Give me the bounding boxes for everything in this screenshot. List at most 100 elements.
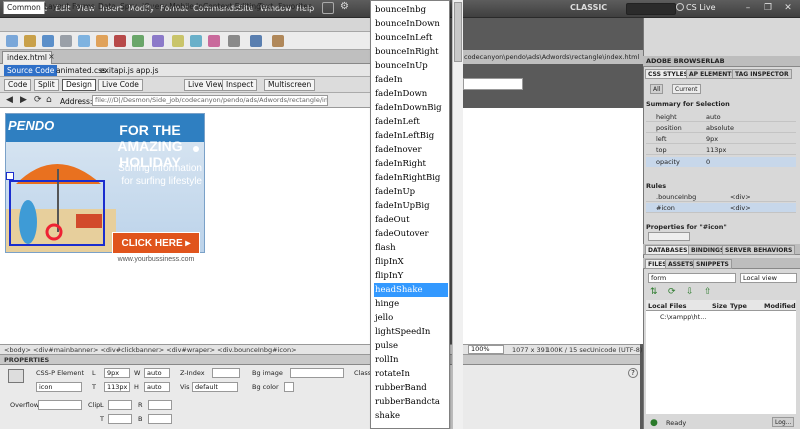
tab-common[interactable]: Common [3,1,45,14]
dropdown-option[interactable]: rubberBand [374,381,448,395]
script-icon[interactable] [228,35,240,47]
connect-icon[interactable]: ⇅ [650,287,658,297]
element-id-select[interactable]: icon [36,382,82,392]
dropdown-option[interactable]: jello [374,311,448,325]
dropdown-option[interactable]: fadeInRight [374,157,448,171]
col-modified[interactable]: Modified [764,302,796,310]
log-button[interactable]: Log... [772,417,795,427]
dropdown-option[interactable]: flipInX [374,255,448,269]
tab-snippets[interactable]: SNIPPETS [693,259,732,269]
tab-assets[interactable]: ASSETS [665,259,697,269]
document-tab[interactable]: index.html [2,51,52,64]
close-button[interactable]: ✕ [780,2,796,15]
tab-tag-inspector[interactable]: TAG INSPECTOR [732,69,792,79]
live-view-button[interactable]: Live View [184,79,228,91]
email-link-icon[interactable] [24,35,36,47]
summary-row[interactable]: position absolute [646,123,796,133]
current-mode-button[interactable]: Current [672,84,701,94]
help-icon[interactable]: ? [628,368,638,378]
dropdown-option[interactable]: bounceInUp [374,59,448,73]
dropdown-option[interactable]: fadeInLeftBig [374,129,448,143]
multiscreen-button[interactable]: Multiscreen [264,79,316,91]
live-code-button[interactable]: Live Code [98,79,143,91]
minimize-button[interactable]: – [740,2,756,15]
named-anchor-icon[interactable] [42,35,54,47]
overflow-select[interactable] [38,400,82,410]
hyperlink-icon[interactable] [6,35,18,47]
zoom-select[interactable]: 100% [468,345,504,354]
dropdown-option[interactable]: fadeInDown [374,87,448,101]
workspace-switcher[interactable]: CLASSIC [570,3,622,15]
width-field[interactable]: auto [144,368,170,378]
view-select[interactable]: Local view [740,273,797,283]
dropdown-option[interactable]: bounceInRight [374,45,448,59]
dropdown-option[interactable]: rubberBandcta [374,395,448,409]
design-view-canvas-right[interactable] [463,108,643,344]
dropdown-option[interactable]: fadeInover [374,143,448,157]
document-title-input[interactable] [463,78,523,90]
tab-jquery-mobile[interactable]: jQuery Mobile [142,2,194,11]
dropdown-option[interactable]: bounceInLeft [374,31,448,45]
banner-cta-button[interactable]: CLICK HERE ▸ [112,232,200,254]
date-icon[interactable] [152,35,164,47]
tab-data[interactable]: Data [98,2,116,11]
summary-row[interactable]: top 113px [646,145,796,155]
left-field[interactable]: 9px [104,368,130,378]
inspect-button[interactable]: Inspect [222,79,258,91]
height-field[interactable]: auto [144,382,170,392]
dropdown-option[interactable]: flipInY [374,269,448,283]
templates-icon[interactable] [250,35,262,47]
comment-icon[interactable] [190,35,202,47]
refresh-icon[interactable]: ⟳ [34,95,42,105]
clip-bottom-field[interactable] [148,414,172,424]
clip-right-field[interactable] [148,400,172,410]
vis-select[interactable]: default [192,382,238,392]
browserlab-header[interactable]: ADOBE BROWSERLAB [643,56,800,67]
put-files-icon[interactable]: ⇧ [704,287,712,297]
files-tree[interactable] [646,311,796,414]
back-icon[interactable]: ◀ [6,95,13,105]
rule-row[interactable]: #icon <div> [646,203,796,213]
summary-row[interactable]: height auto [646,112,796,122]
dropdown-option[interactable]: fadeInLeft [374,115,448,129]
dropdown-option[interactable]: hinge [374,297,448,311]
dropdown-scroll-thumb[interactable] [454,2,462,62]
view-toggle-icons[interactable] [648,232,690,241]
dropdown-option[interactable]: rollIn [374,353,448,367]
dropdown-option[interactable]: fadeInDownBig [374,101,448,115]
ap-element-handle[interactable] [6,172,14,180]
related-file-exitapi-js[interactable]: exitapi.js [100,66,134,75]
gear-icon[interactable]: ⚙ [340,1,349,12]
tab-ap-elements[interactable]: AP ELEMENTS [686,69,739,79]
maximize-button[interactable]: ❐ [760,2,776,15]
z-index-field[interactable] [212,368,240,378]
get-files-icon[interactable]: ⇩ [686,287,694,297]
media-icon[interactable] [132,35,144,47]
col-type[interactable]: Type [730,302,747,310]
dropdown-option[interactable]: fadeInUp [374,185,448,199]
div-icon[interactable] [96,35,108,47]
dropdown-option-selected[interactable]: headShake [374,283,448,297]
file-root[interactable]: C:\xampp\ht... [660,313,706,321]
col-size[interactable]: Size [712,302,727,310]
tag-chooser-icon[interactable] [272,35,284,47]
related-file-source-code[interactable]: Source Code [4,65,58,76]
tab-text[interactable]: Text [258,2,273,11]
clip-top-field[interactable] [108,414,132,424]
dropdown-option[interactable]: flash [374,241,448,255]
tab-favorites[interactable]: Favorites [278,2,312,11]
tab-layout[interactable]: Layout [44,2,70,11]
summary-row[interactable]: left 9px [646,134,796,144]
tab-incontext-editing[interactable]: InContext Editing [196,2,261,11]
tab-server-behaviors[interactable]: SERVER BEHAVIORS [722,245,796,255]
help-search-input[interactable] [626,3,676,15]
refresh-files-icon[interactable]: ⟳ [668,287,676,297]
bg-image-field[interactable] [290,368,344,378]
top-field[interactable]: 113px [104,382,130,392]
clip-left-field[interactable] [108,400,132,410]
address-input[interactable]: file:///D|/Desmon/Side_job/codecanyon/pe… [92,95,328,106]
dropdown-option[interactable]: fadeOutover [374,227,448,241]
head-icon[interactable] [208,35,220,47]
dropdown-scrollbar[interactable] [452,0,463,429]
tab-databases[interactable]: DATABASES [645,245,691,255]
